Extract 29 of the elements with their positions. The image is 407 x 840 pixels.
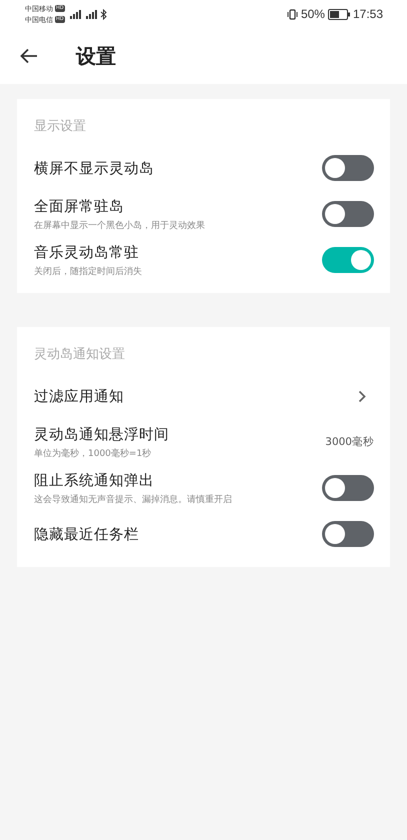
section-title: 显示设置 (34, 118, 87, 135)
setting-description: 单位为毫秒，1000毫秒=1秒 (34, 447, 152, 460)
clock: 17:53 (352, 7, 383, 21)
setting-label: 音乐灵动岛常驻 (34, 244, 140, 262)
battery-percent: 50% (300, 7, 325, 21)
setting-description: 这会导致通知无声音提示、漏掉消息。请慎重开启 (34, 494, 232, 506)
toggle-switch[interactable] (322, 247, 374, 273)
setting-description: 在屏幕中显示一个黑色小岛，用于灵动效果 (34, 220, 205, 232)
signal-icon (68, 10, 81, 18)
signal-icon (84, 10, 97, 18)
setting-label: 全面屏常驻岛 (34, 198, 125, 216)
toggle-switch[interactable] (322, 521, 374, 547)
setting-label: 过滤应用通知 (34, 388, 124, 406)
setting-label: 灵动岛通知悬浮时间 (34, 426, 169, 444)
toggle-switch[interactable] (322, 201, 374, 227)
vibrate-icon (286, 8, 298, 20)
chevron-right-icon[interactable] (358, 390, 366, 402)
toggle-switch[interactable] (322, 155, 374, 181)
battery-icon (328, 8, 350, 20)
bluetooth-icon (100, 8, 107, 20)
section-title: 灵动岛通知设置 (34, 346, 126, 363)
setting-label: 阻止系统通知弹出 (34, 472, 155, 490)
setting-label: 横屏不显示灵动岛 (34, 160, 154, 178)
setting-value: 3000毫秒 (325, 435, 374, 449)
setting-label: 隐藏最近任务栏 (34, 526, 139, 544)
setting-description: 关闭后，随指定时间后消失 (34, 266, 142, 278)
page-title: 设置 (76, 42, 116, 70)
toggle-switch[interactable] (322, 475, 374, 501)
back-button[interactable] (20, 48, 38, 64)
